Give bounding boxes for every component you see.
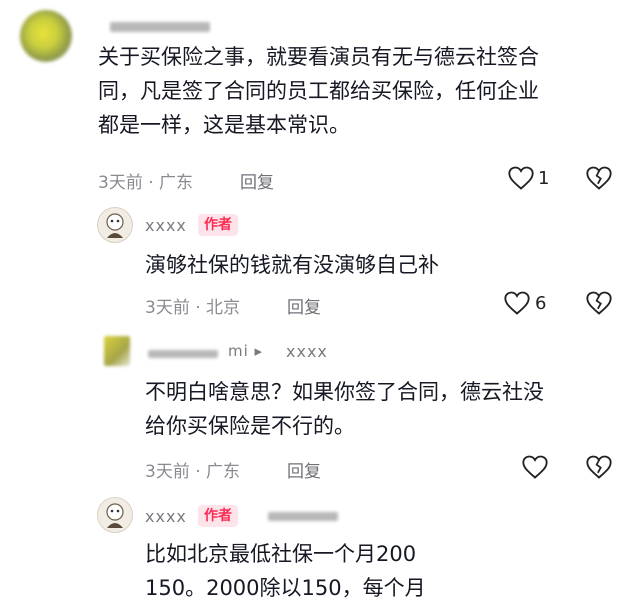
broken-heart-icon[interactable]	[585, 454, 613, 480]
comment-meta-1: 3天前 · 广东	[98, 173, 194, 193]
comment-meta-2: 3天前 · 北京	[145, 298, 241, 318]
reply-to-username-3[interactable]: xxxx	[286, 342, 328, 361]
reply-button-1[interactable]: 回复	[240, 168, 274, 193]
comment-text-4: 比如北京最低社保一个月200 150。2000除以150，每个月	[145, 542, 426, 600]
reply-button-2[interactable]: 回复	[287, 293, 321, 318]
reply-to-prefix-3: mi ▸	[228, 342, 264, 360]
like-count-2: 6	[535, 293, 547, 314]
heart-icon[interactable]	[521, 454, 549, 480]
reply-button-3[interactable]: 回复	[287, 457, 321, 482]
comment-text-1: 关于买保险之事，就要看演员有无与德云社签合 同，凡是签了合同的员工都给买保险，任…	[98, 45, 539, 137]
username-3-blurred[interactable]	[148, 350, 218, 358]
username-4[interactable]: xxxx	[145, 507, 187, 526]
avatar-3[interactable]	[104, 336, 130, 366]
avatar-2[interactable]	[97, 207, 133, 243]
reply-to-blurred-4	[268, 512, 338, 521]
like-count-1: 1	[538, 168, 550, 189]
comment-text-2: 演够社保的钱就有没演够自己补	[145, 253, 439, 277]
heart-icon[interactable]	[503, 290, 531, 316]
username-1-blurred[interactable]	[110, 22, 210, 32]
avatar-4[interactable]	[97, 497, 133, 533]
heart-icon[interactable]	[507, 165, 535, 191]
comment-meta-3: 3天前 · 广东	[145, 462, 241, 482]
avatar-1[interactable]	[20, 10, 72, 62]
author-badge-4: 作者	[198, 505, 238, 527]
comment-text-3: 不明白啥意思？如果你签了合同，德云社没 给你买保险是不行的。	[145, 380, 544, 438]
broken-heart-icon[interactable]	[585, 290, 613, 316]
broken-heart-icon[interactable]	[585, 165, 613, 191]
author-badge-2: 作者	[198, 214, 238, 236]
username-2[interactable]: xxxx	[145, 216, 187, 235]
